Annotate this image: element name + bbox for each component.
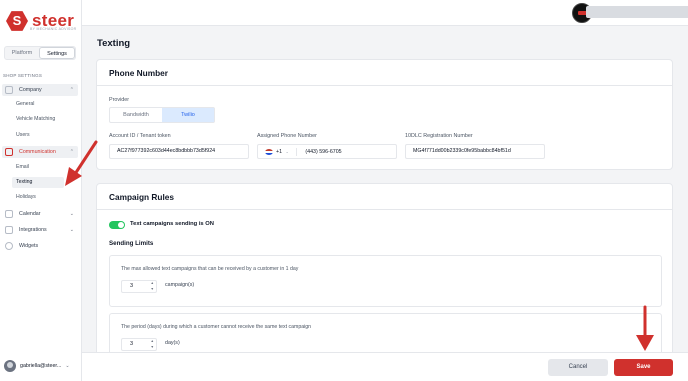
phone-number-value: (443) 596-6705 <box>305 149 342 155</box>
sidebar-item-label: Widgets <box>19 243 39 249</box>
chevron-down-icon: ⌄ <box>65 363 70 369</box>
rule-text: The period (days) during which a custome… <box>121 324 312 330</box>
sidebar-item-integrations[interactable]: Integrations ⌄ <box>2 224 78 236</box>
sidebar-item-company[interactable]: Company ⌃ <box>2 84 78 96</box>
stepper-arrows-icon[interactable]: ▲ ▼ <box>151 280 154 292</box>
megaphone-icon <box>5 148 13 156</box>
user-name: gabriella@steer... <box>20 363 62 369</box>
integrations-icon <box>5 226 13 234</box>
sidebar-item-label: Company <box>19 87 42 93</box>
sidebar-item-users[interactable]: Users <box>12 130 64 141</box>
sidebar: steer BY MECHANIC ADVISOR Platform Setti… <box>0 0 82 381</box>
unit-label: campaign(s) <box>165 282 195 288</box>
max-per-day-stepper[interactable]: 3 ▲ ▼ <box>121 280 157 293</box>
rule-max-per-day: The max allowed text campaigns that can … <box>109 255 662 307</box>
toggle-label: Text campaigns sending is ON <box>130 221 214 227</box>
sidebar-item-vehicle-matching[interactable]: Vehicle Matching <box>12 114 64 125</box>
top-bar <box>82 0 688 26</box>
registration-number-field[interactable]: MG4f771dd00b2339c0fe95babbc84bf51d <box>405 144 545 159</box>
sidebar-item-general[interactable]: General <box>12 99 64 110</box>
sidebar-item-texting[interactable]: Texting <box>12 177 64 188</box>
sending-limits-heading: Sending Limits <box>109 240 154 247</box>
phone-number-card: Phone Number Provider Bandwidth Twilio A… <box>96 59 673 170</box>
period-days-stepper[interactable]: 3 ▲ ▼ <box>121 338 157 351</box>
chevron-up-icon: ⌃ <box>69 87 74 93</box>
platform-tab[interactable]: Platform <box>5 47 39 59</box>
us-flag-icon <box>265 148 273 155</box>
sidebar-item-calendar[interactable]: Calendar ⌄ <box>2 208 78 220</box>
registration-label: 10DLC Registration Number <box>405 133 473 139</box>
chevron-up-icon: ⌃ <box>69 149 74 155</box>
user-menu[interactable]: gabriella@steer... ⌄ <box>4 358 78 374</box>
page-title: Texting <box>97 38 131 49</box>
stepper-value: 3 <box>130 283 134 289</box>
save-button[interactable]: Save <box>614 359 673 376</box>
shop-selector[interactable] <box>586 6 688 18</box>
tab-twilio[interactable]: Twilio <box>162 108 214 122</box>
cancel-button[interactable]: Cancel <box>548 359 608 376</box>
platform-settings-toggle: Platform Settings <box>4 46 76 60</box>
rule-text: The max allowed text campaigns that can … <box>121 266 299 272</box>
campaign-sending-toggle[interactable] <box>109 221 125 229</box>
chevron-down-icon: ⌄ <box>285 149 289 154</box>
footer-bar: Cancel Save <box>82 352 688 381</box>
provider-label: Provider <box>109 97 130 103</box>
building-icon <box>5 86 13 94</box>
widgets-icon <box>5 242 13 250</box>
calendar-icon <box>5 210 13 218</box>
avatar <box>4 360 16 372</box>
divider <box>296 147 298 156</box>
assigned-phone-label: Assigned Phone Number <box>257 133 317 139</box>
steer-logo-icon <box>6 11 28 31</box>
brand-tagline: BY MECHANIC ADVISOR <box>30 27 77 31</box>
sidebar-item-label: Calendar <box>19 211 41 217</box>
sidebar-item-label: Communication <box>19 149 56 155</box>
section-label: SHOP SETTINGS <box>3 73 43 78</box>
tab-bandwidth[interactable]: Bandwidth <box>110 108 162 122</box>
card-title: Campaign Rules <box>97 184 672 210</box>
sidebar-item-holidays[interactable]: Holidays <box>12 192 64 203</box>
country-code: +1 <box>276 149 283 155</box>
sidebar-item-label: Integrations <box>19 227 47 233</box>
assigned-phone-field[interactable]: +1 ⌄ (443) 596-6705 <box>257 144 397 159</box>
stepper-value: 3 <box>130 341 134 347</box>
sidebar-item-email[interactable]: Email <box>12 162 64 173</box>
chevron-down-icon: ⌄ <box>69 211 74 217</box>
account-label: Account ID / Tenant token <box>109 133 171 139</box>
unit-label: day(s) <box>165 340 180 346</box>
account-id-field[interactable]: AC27f977392c603d44ec8bdbbb73d5f924 <box>109 144 249 159</box>
sidebar-item-widgets[interactable]: Widgets <box>2 240 78 252</box>
sidebar-item-communication[interactable]: Communication ⌃ <box>2 146 78 158</box>
settings-tab[interactable]: Settings <box>39 47 75 59</box>
chevron-down-icon: ⌄ <box>69 227 74 233</box>
stepper-arrows-icon[interactable]: ▲ ▼ <box>151 338 154 350</box>
provider-tabs: Bandwidth Twilio <box>109 107 215 123</box>
campaign-rules-card: Campaign Rules Text campaigns sending is… <box>96 183 673 365</box>
